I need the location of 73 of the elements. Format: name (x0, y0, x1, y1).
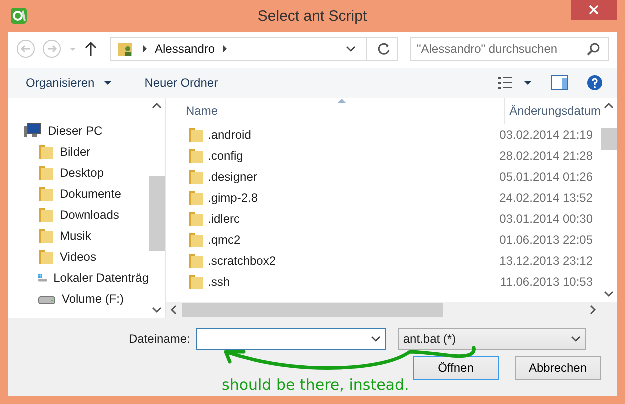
folder-icon (188, 210, 204, 226)
sidebar-item[interactable]: Lokaler Datenträg (24, 267, 149, 288)
file-name[interactable]: .config (208, 148, 244, 162)
modified-date: 03.01.2014 00:30 (500, 212, 593, 226)
computer-icon (24, 122, 42, 138)
file-name[interactable]: .designer (208, 170, 258, 184)
folder-icon (188, 126, 204, 142)
sidebar-item[interactable]: Dokumente (24, 183, 149, 204)
folder-icon (188, 232, 204, 248)
sidebar-item[interactable]: Downloads (24, 204, 149, 225)
modified-date: 05.01.2014 01:26 (500, 170, 593, 184)
sidebar-item[interactable]: Bilder (24, 141, 149, 162)
folder-icon (38, 248, 54, 264)
modified-date: 24.02.2014 13:52 (500, 190, 593, 204)
refresh-icon[interactable] (377, 42, 391, 56)
folder-icon (188, 190, 204, 206)
dropdown-icon[interactable] (523, 80, 533, 86)
preview-pane-icon[interactable] (551, 75, 569, 91)
folder-icon (38, 164, 54, 180)
chevron-icon (221, 44, 230, 54)
organize-button[interactable]: Organisieren (18, 74, 121, 92)
search-field[interactable]: "Alessandro" durchsuchen (410, 37, 609, 61)
help-icon[interactable] (587, 75, 603, 91)
modified-date: 13.12.2013 23:12 (500, 254, 593, 268)
user-folder-icon (117, 40, 135, 58)
sidebar-item[interactable]: Desktop (24, 162, 149, 183)
sort-arrow-icon (338, 98, 346, 103)
column-header[interactable]: Name (186, 98, 504, 124)
chevron-down-icon[interactable] (346, 45, 356, 53)
annotation-text: should be there, instead. (222, 376, 410, 394)
file-name[interactable]: .qmc2 (208, 232, 241, 246)
file-type-dropdown[interactable]: ant.bat (*) (398, 328, 586, 350)
sidebar-item[interactable]: Videos (24, 246, 149, 267)
folder-icon (188, 274, 204, 290)
modified-date: 01.06.2013 22:05 (500, 232, 593, 246)
close-icon (589, 5, 599, 15)
folder-icon (38, 206, 54, 222)
caret-icon (102, 80, 113, 86)
view-list-icon[interactable] (497, 76, 513, 90)
sidebar-item[interactable]: Volume (F:) (24, 288, 149, 309)
folder-icon (188, 252, 204, 268)
folder-icon (38, 186, 54, 202)
folder-icon (188, 148, 204, 164)
scrollbar-thumb[interactable] (601, 128, 617, 150)
open-button[interactable]: Öffnen (413, 356, 499, 380)
address-bar[interactable]: Alessandro (110, 37, 398, 61)
cancel-button[interactable]: Abbrechen (515, 356, 601, 380)
file-name[interactable]: .ssh (208, 274, 230, 288)
window-title: Select ant Script (258, 8, 368, 24)
file-name[interactable]: .android (208, 128, 252, 142)
folder-icon (188, 168, 204, 184)
scrollbar-thumb[interactable] (149, 176, 165, 251)
sidebar-item[interactable]: Dieser PC (24, 120, 149, 141)
chevron-down-icon (571, 335, 582, 343)
modified-date: 03.02.2014 21:19 (500, 128, 593, 142)
filename-label: Dateiname: (129, 332, 190, 346)
folder-icon (38, 144, 54, 160)
modified-date: 28.02.2014 21:28 (500, 148, 593, 162)
file-name[interactable]: .gimp-2.8 (208, 190, 258, 204)
folder-icon (38, 228, 54, 244)
new-folder-button[interactable]: Neuer Ordner (136, 74, 226, 92)
breadcrumb[interactable]: Alessandro (155, 42, 216, 56)
close-button[interactable] (571, 0, 617, 20)
scrollbar-thumb[interactable] (182, 303, 443, 317)
chevron-icon (141, 44, 149, 54)
search-icon (587, 42, 601, 56)
file-name[interactable]: .idlerc (208, 212, 240, 226)
app-icon (10, 7, 28, 25)
up-arrow-icon[interactable] (84, 39, 98, 59)
file-name[interactable]: .scratchbox2 (208, 254, 276, 268)
chevron-down-icon[interactable] (371, 335, 382, 343)
modified-date: 11.06.2013 10:53 (500, 274, 593, 288)
sidebar-item[interactable]: Musik (24, 225, 149, 246)
